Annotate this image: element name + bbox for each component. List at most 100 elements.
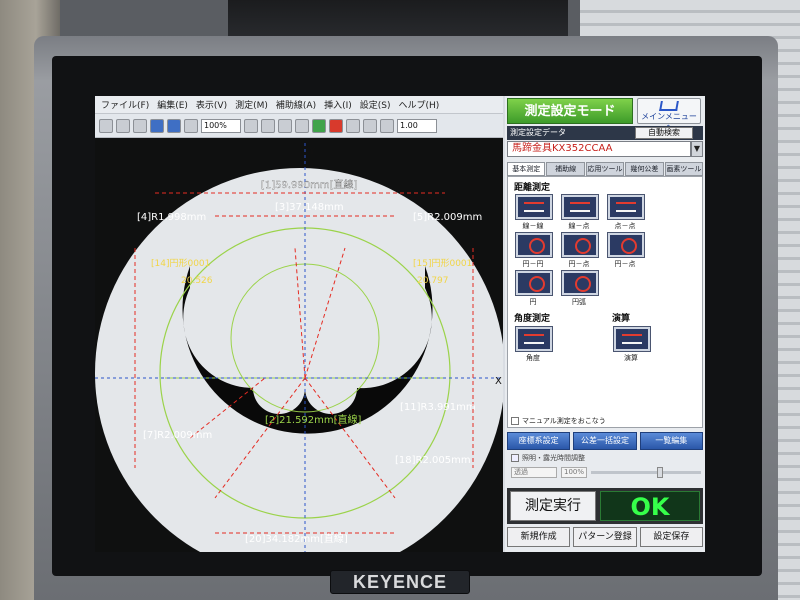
manual-measure-row[interactable]: マニュアル測定をおこなう [511,416,606,426]
line-icon[interactable] [278,118,292,133]
redo-icon[interactable] [167,118,181,133]
dim-label-3[interactable]: [3]37.148mm [275,202,344,213]
menu-view[interactable]: 表示(V) [196,98,227,111]
dim-label-5[interactable]: [5]R2.009mm [413,212,482,223]
tool-label-circle-point: 円－点 [568,260,590,268]
light-slider[interactable] [591,466,701,478]
menu-bar: ファイル(F) 編集(E) 表示(V) 測定(M) 補助線(A) 挿入(I) 設… [95,96,503,114]
brand-logo: KEYENCE [330,570,470,594]
tool-circle-point[interactable] [562,233,598,257]
tool-label-line-line: 線－線 [522,222,544,230]
light-percent[interactable]: 100% [561,466,587,478]
result-indicator: OK [600,491,700,521]
rect-icon[interactable] [295,118,309,133]
undo-icon[interactable] [150,118,164,133]
dim-label-18[interactable]: [18]R2.005mm [395,455,471,466]
dim-label-20[interactable]: [20]34.182mm[直線] [245,532,348,545]
tool-angle[interactable] [516,327,552,351]
bottom-button-row: 新規作成 パターン登録 設定保存 [507,527,703,547]
tool-label-point-point: 点－点 [614,222,636,230]
tab-pixel[interactable]: 画素ツール [664,162,704,176]
tool-label-arc: 円弧 [572,298,586,306]
tool-circle-circle[interactable] [516,233,552,257]
tool-label-angle: 角度 [526,354,540,362]
dim-label-11[interactable]: [11]R3.991mm [400,402,476,413]
ratio-field[interactable]: 1.00 [397,118,437,133]
home-icon [659,101,679,111]
execute-area: 測定実行 OK [507,488,703,524]
dim-label-4[interactable]: [4]R1.998mm [137,212,206,223]
tolerance-setup-button[interactable]: 公差一括設定 [573,432,637,450]
blue-button-row: 座標系設定 公差一括設定 一覧編集 [507,432,703,450]
light-mode-select[interactable]: 透過 [511,466,557,478]
dim-label-1[interactable]: [1]59.990mm[直線] [261,178,358,191]
tab-basic[interactable]: 基本測定 [507,162,546,176]
new-button[interactable]: 新規作成 [507,527,571,547]
light-controls: 透過 100% [511,466,701,478]
tool-circle-point-2[interactable] [608,233,644,257]
manual-checkbox[interactable] [511,417,519,425]
menu-settings[interactable]: 設定(S) [360,98,391,111]
menu-file[interactable]: ファイル(F) [101,98,149,111]
dim-label-7[interactable]: [7]R2.009mm [143,430,212,441]
settings-panel: 測定設定モード メインメニューへ 測定設定データ 自動検索 馬蹄金具KX352C… [505,96,705,552]
menu-measure[interactable]: 測定(M) [235,98,268,111]
angle-section-label: 角度測定 [514,314,551,324]
monitor-screen: ファイル(F) 編集(E) 表示(V) 測定(M) 補助線(A) 挿入(I) 設… [95,96,705,552]
pattern-register-button[interactable]: パターン登録 [573,527,637,547]
tool-label-circle: 円 [529,298,537,306]
camera-icon[interactable] [380,118,394,133]
print-icon[interactable] [133,118,147,133]
auto-search-button[interactable]: 自動検索 [635,127,693,139]
save-icon[interactable] [116,118,130,133]
stop-icon[interactable] [329,118,343,133]
tab-applied[interactable]: 応用ツール [585,162,625,176]
y-axis-label: Y [308,146,316,157]
tool-point-point[interactable] [608,195,644,219]
tool-line-line[interactable] [516,195,552,219]
play-icon[interactable] [312,118,326,133]
menu-help[interactable]: ヘルプ(H) [399,98,440,111]
grid-icon[interactable] [244,118,258,133]
list-edit-button[interactable]: 一覧編集 [639,432,703,450]
coordinate-setup-button[interactable]: 座標系設定 [507,432,571,450]
mode-title: 測定設定モード [507,98,633,124]
tool-label-circle-point-2: 円－点 [614,260,636,268]
menu-aux-line[interactable]: 補助線(A) [276,98,316,111]
tool-line-point[interactable] [562,195,598,219]
tool-tabs: 基本測定 補助線 応用ツール 幾何公差 画素ツール [507,162,704,176]
open-icon[interactable] [99,118,113,133]
tool-label-circle-circle: 円－円 [522,260,544,268]
measurement-view[interactable]: X Y [1]59.990mm[直線] [3]37.148mm [4]R1.99… [95,138,503,552]
tab-geometric[interactable]: 幾何公差 [625,162,664,176]
light-checkbox[interactable] [511,454,519,462]
main-menu-button[interactable]: メインメニューへ [637,98,701,132]
menu-edit[interactable]: 編集(E) [157,98,188,111]
light-row[interactable]: 照明・露光時間調整 [511,453,585,463]
chevron-down-icon[interactable]: ▼ [691,141,703,157]
mounting-hole-right [385,254,405,274]
zoom-select[interactable]: 100% [201,118,241,133]
delete-icon[interactable] [184,118,198,133]
circle-value-15: 20.797 [417,276,449,286]
save-settings-button[interactable]: 設定保存 [639,527,703,547]
tab-aux-line[interactable]: 補助線 [546,162,585,176]
circle-label-14[interactable]: [14]円形0001 [151,257,210,269]
light-slider-knob[interactable] [657,466,663,478]
calc-section-label: 演算 [612,314,631,324]
light-icon[interactable] [363,118,377,133]
text-icon[interactable] [261,118,275,133]
tree-icon[interactable] [346,118,360,133]
toolbar: 100% 1.00 [95,114,503,138]
x-axis-label: X [495,376,502,387]
circle-label-15[interactable]: [15]円形0001 [413,257,472,269]
tool-circle[interactable] [516,271,552,295]
tool-calc[interactable] [614,327,650,351]
field-of-view [95,168,503,552]
tool-arc[interactable] [562,271,598,295]
execute-button[interactable]: 測定実行 [510,491,596,521]
data-select[interactable]: 馬蹄金具KX352CCAA [507,141,691,157]
center-hole-right [325,376,349,400]
menu-insert[interactable]: 挿入(I) [324,98,352,111]
dim-label-2[interactable]: [2]21.592mm[直線] [265,413,362,426]
